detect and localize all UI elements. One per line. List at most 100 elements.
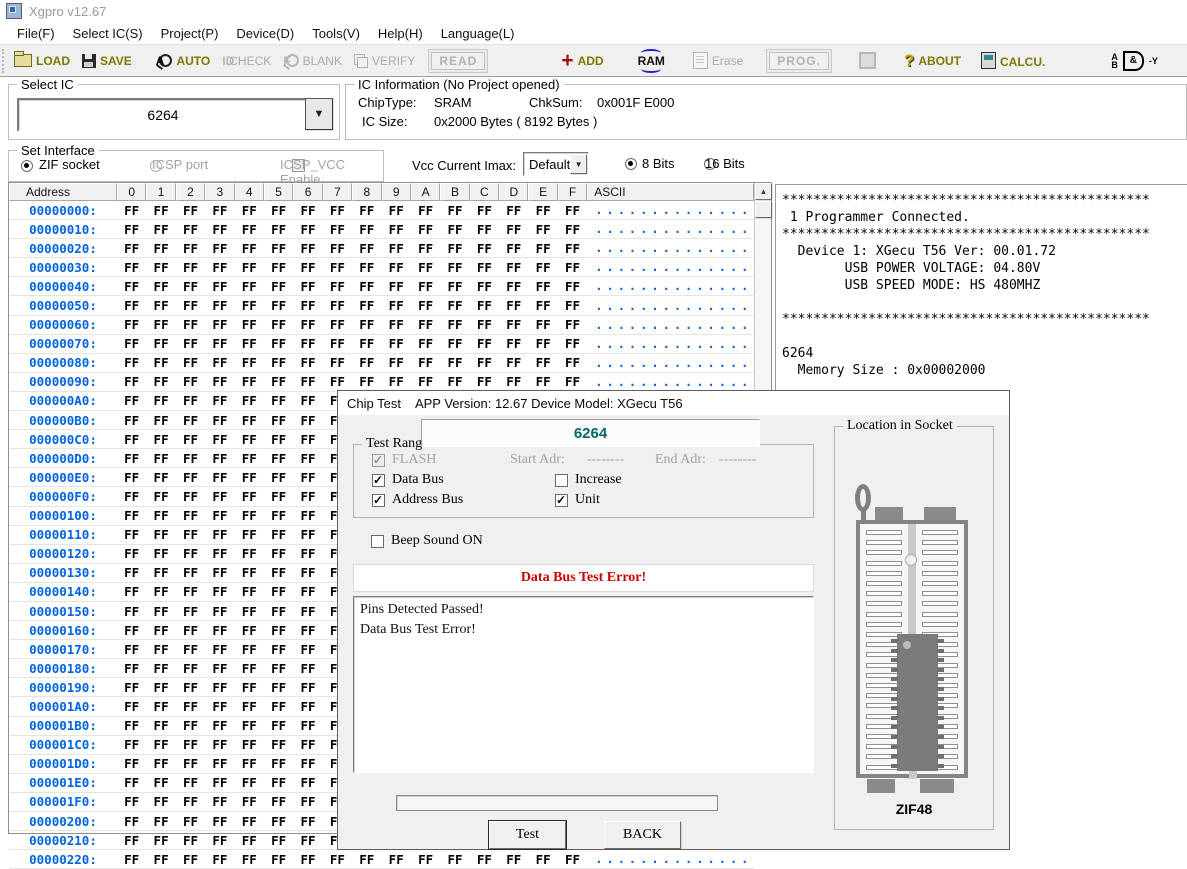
- byte-cell[interactable]: FF: [264, 718, 293, 733]
- byte-cell[interactable]: FF: [117, 393, 146, 408]
- byte-cell[interactable]: FF: [176, 432, 205, 447]
- ascii-cell[interactable]: ................: [587, 260, 754, 274]
- byte-cell[interactable]: FF: [528, 203, 557, 218]
- byte-cell[interactable]: FF: [499, 852, 528, 867]
- byte-cell[interactable]: FF: [440, 260, 469, 275]
- byte-cell[interactable]: FF: [117, 718, 146, 733]
- byte-cell[interactable]: FF: [205, 413, 234, 428]
- byte-cell[interactable]: FF: [411, 241, 440, 256]
- byte-cell[interactable]: FF: [146, 470, 175, 485]
- byte-cell[interactable]: FF: [382, 317, 411, 332]
- byte-cell[interactable]: FF: [235, 718, 264, 733]
- logic-tool-button[interactable]: AB & -Y: [1105, 49, 1164, 73]
- byte-cell[interactable]: FF: [499, 355, 528, 370]
- byte-cell[interactable]: FF: [235, 317, 264, 332]
- byte-cell[interactable]: FF: [293, 852, 322, 867]
- byte-cell[interactable]: FF: [293, 623, 322, 638]
- read-button[interactable]: READ: [425, 50, 491, 72]
- byte-cell[interactable]: FF: [205, 699, 234, 714]
- byte-cell[interactable]: FF: [293, 604, 322, 619]
- byte-cell[interactable]: FF: [352, 336, 381, 351]
- menu-item-4[interactable]: Device(D): [227, 24, 303, 43]
- byte-cell[interactable]: FF: [235, 527, 264, 542]
- vcc-imax-select[interactable]: Default ▼: [523, 152, 589, 176]
- test-button[interactable]: Test: [489, 821, 566, 849]
- byte-cell[interactable]: FF: [293, 546, 322, 561]
- byte-cell[interactable]: FF: [323, 317, 352, 332]
- byte-cell[interactable]: FF: [146, 241, 175, 256]
- byte-cell[interactable]: FF: [205, 489, 234, 504]
- byte-cell[interactable]: FF: [117, 775, 146, 790]
- byte-cell[interactable]: FF: [117, 432, 146, 447]
- byte-cell[interactable]: FF: [352, 222, 381, 237]
- byte-cell[interactable]: FF: [176, 756, 205, 771]
- byte-cell[interactable]: FF: [264, 852, 293, 867]
- byte-cell[interactable]: FF: [352, 279, 381, 294]
- byte-cell[interactable]: FF: [411, 203, 440, 218]
- byte-cell[interactable]: FF: [117, 374, 146, 389]
- byte-cell[interactable]: FF: [264, 546, 293, 561]
- byte-cell[interactable]: FF: [499, 279, 528, 294]
- byte-cell[interactable]: FF: [352, 241, 381, 256]
- byte-cell[interactable]: FF: [411, 852, 440, 867]
- byte-cell[interactable]: FF: [235, 413, 264, 428]
- byte-cell[interactable]: FF: [146, 203, 175, 218]
- byte-cell[interactable]: FF: [146, 546, 175, 561]
- byte-cell[interactable]: FF: [117, 355, 146, 370]
- flash-checkbox[interactable]: ✓: [372, 454, 385, 467]
- byte-cell[interactable]: FF: [176, 642, 205, 657]
- byte-cell[interactable]: FF: [293, 680, 322, 695]
- byte-cell[interactable]: FF: [440, 374, 469, 389]
- byte-cell[interactable]: FF: [176, 336, 205, 351]
- byte-cell[interactable]: FF: [558, 374, 587, 389]
- byte-cell[interactable]: FF: [470, 260, 499, 275]
- byte-cell[interactable]: FF: [440, 336, 469, 351]
- byte-cell[interactable]: FF: [382, 355, 411, 370]
- byte-cell[interactable]: FF: [205, 775, 234, 790]
- byte-cell[interactable]: FF: [264, 432, 293, 447]
- byte-cell[interactable]: FF: [264, 794, 293, 809]
- unit-checkbox[interactable]: ✓: [555, 494, 568, 507]
- byte-cell[interactable]: FF: [264, 737, 293, 752]
- byte-cell[interactable]: FF: [499, 260, 528, 275]
- byte-cell[interactable]: FF: [176, 794, 205, 809]
- byte-cell[interactable]: FF: [176, 374, 205, 389]
- byte-cell[interactable]: FF: [117, 584, 146, 599]
- byte-cell[interactable]: FF: [205, 584, 234, 599]
- byte-cell[interactable]: FF: [293, 222, 322, 237]
- byte-cell[interactable]: FF: [293, 756, 322, 771]
- byte-cell[interactable]: FF: [117, 508, 146, 523]
- byte-cell[interactable]: FF: [117, 241, 146, 256]
- byte-cell[interactable]: FF: [176, 241, 205, 256]
- byte-cell[interactable]: FF: [235, 298, 264, 313]
- byte-cell[interactable]: FF: [176, 317, 205, 332]
- byte-cell[interactable]: FF: [470, 336, 499, 351]
- byte-cell[interactable]: FF: [558, 279, 587, 294]
- byte-cell[interactable]: FF: [117, 413, 146, 428]
- byte-cell[interactable]: FF: [205, 393, 234, 408]
- byte-cell[interactable]: FF: [235, 642, 264, 657]
- byte-cell[interactable]: FF: [323, 336, 352, 351]
- byte-cell[interactable]: FF: [293, 833, 322, 848]
- byte-cell[interactable]: FF: [205, 852, 234, 867]
- ascii-cell[interactable]: ................: [587, 241, 754, 255]
- byte-cell[interactable]: FF: [382, 336, 411, 351]
- byte-cell[interactable]: FF: [146, 604, 175, 619]
- byte-cell[interactable]: FF: [176, 203, 205, 218]
- menu-item-7[interactable]: Language(L): [432, 24, 524, 43]
- byte-cell[interactable]: FF: [176, 489, 205, 504]
- byte-cell[interactable]: FF: [117, 279, 146, 294]
- byte-cell[interactable]: FF: [293, 374, 322, 389]
- byte-cell[interactable]: FF: [440, 279, 469, 294]
- byte-cell[interactable]: FF: [146, 661, 175, 676]
- byte-cell[interactable]: FF: [293, 584, 322, 599]
- byte-cell[interactable]: FF: [205, 623, 234, 638]
- byte-cell[interactable]: FF: [264, 413, 293, 428]
- scrollbar-thumb[interactable]: [755, 201, 772, 218]
- byte-cell[interactable]: FF: [146, 852, 175, 867]
- byte-cell[interactable]: FF: [146, 260, 175, 275]
- byte-cell[interactable]: FF: [293, 241, 322, 256]
- byte-cell[interactable]: FF: [499, 241, 528, 256]
- byte-cell[interactable]: FF: [205, 833, 234, 848]
- byte-cell[interactable]: FF: [205, 604, 234, 619]
